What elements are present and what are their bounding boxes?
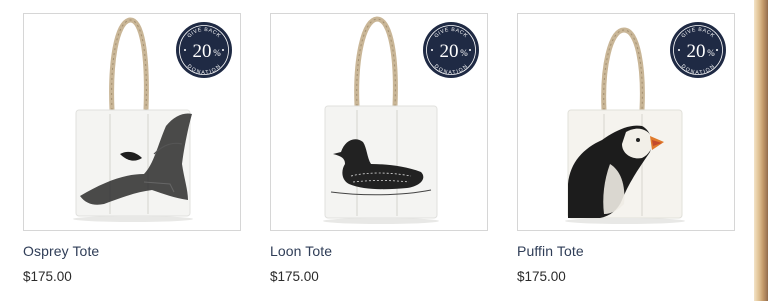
product-card[interactable]: GIVE BACK DONATION 20 % Loon Tote $175.0… [270,13,488,286]
product-name[interactable]: Puffin Tote [517,242,735,260]
badge-percent: % [460,48,468,58]
badge-percent: % [213,48,221,58]
badge-percent: % [707,48,715,58]
badge-value: 20 [687,41,706,62]
product-price: $175.00 [23,269,72,284]
product-price: $175.00 [517,269,566,284]
window-edge-frame [754,0,768,301]
product-image[interactable]: GIVE BACK DONATION 20 % [270,13,488,231]
product-card[interactable]: GIVE BACK DONATION 20 % Osprey Tote $175… [23,13,241,286]
give-back-badge: GIVE BACK DONATION 20 % [423,22,479,78]
badge-value: 20 [440,41,459,62]
product-grid: GIVE BACK DONATION 20 % Osprey Tote $175… [0,0,760,301]
give-back-badge: GIVE BACK DONATION 20 % [670,22,726,78]
product-name[interactable]: Osprey Tote [23,242,241,260]
product-price: $175.00 [270,269,319,284]
product-card[interactable]: GIVE BACK DONATION 20 % Puffin Tote $175… [517,13,735,286]
give-back-badge: GIVE BACK DONATION 20 % [176,22,232,78]
badge-value: 20 [193,41,212,62]
product-image[interactable]: GIVE BACK DONATION 20 % [517,13,735,231]
product-name[interactable]: Loon Tote [270,242,488,260]
product-image[interactable]: GIVE BACK DONATION 20 % [23,13,241,231]
